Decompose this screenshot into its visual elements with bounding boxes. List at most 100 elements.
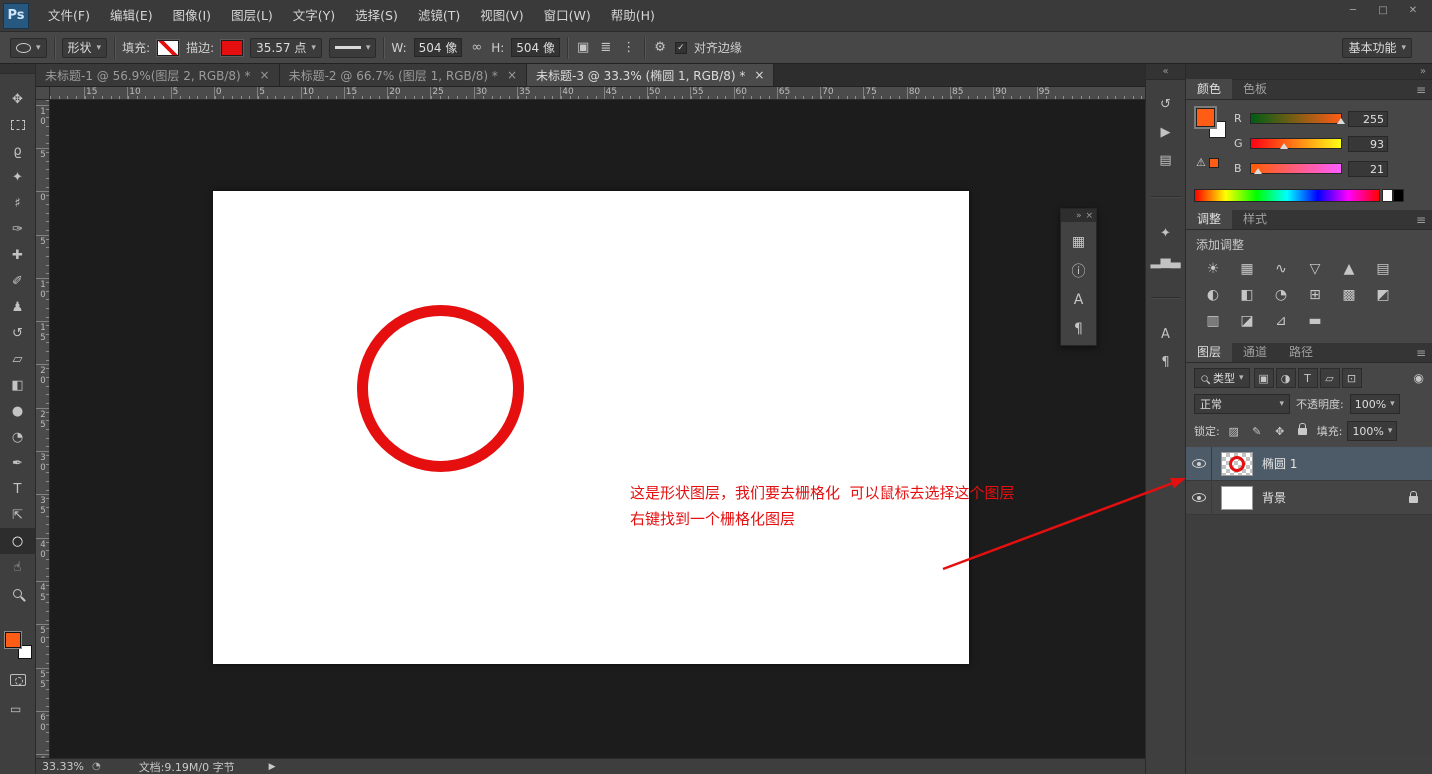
close-button[interactable]: ✕	[1398, 0, 1428, 20]
collapse-panels-icon[interactable]: »	[1076, 211, 1082, 221]
spot-healing-brush-tool[interactable]: ✚	[0, 242, 35, 268]
properties-panel-button[interactable]: ▦	[1067, 231, 1091, 253]
eraser-tool[interactable]: ▱	[0, 346, 35, 372]
quick-mask-button[interactable]	[10, 674, 26, 686]
selective-color-adjustment-button[interactable]: ⊿	[1264, 308, 1298, 334]
rail-header[interactable]: «	[1146, 64, 1185, 80]
layer-name[interactable]: 背景	[1262, 489, 1286, 506]
lock-position-button[interactable]: ✥	[1271, 422, 1289, 440]
lock-all-button[interactable]	[1294, 422, 1312, 440]
panel-menu-icon[interactable]: ≡	[1416, 213, 1426, 227]
path-operations-icon[interactable]: ▣	[575, 40, 591, 55]
layer-thumbnail[interactable]	[1221, 452, 1253, 476]
foreground-color-swatch[interactable]	[5, 632, 21, 648]
invert-adjustment-button[interactable]: ◩	[1366, 282, 1400, 308]
blue-value-field[interactable]: 21	[1348, 161, 1388, 177]
float-dock-header[interactable]: » ×	[1061, 209, 1096, 222]
levels-adjustment-button[interactable]: ▦	[1230, 256, 1264, 282]
tab-close-icon[interactable]: ×	[507, 68, 517, 82]
blend-mode-select[interactable]: 正常 ▾	[1194, 394, 1290, 414]
menu-item-help[interactable]: 帮助(H)	[601, 8, 665, 23]
zoom-tool[interactable]	[0, 580, 35, 606]
document-tab-2[interactable]: 未标题-2 @ 66.7% (图层 1, RGB/8) *×	[280, 64, 527, 86]
character-styles-panel-button[interactable]: A	[1146, 320, 1186, 348]
white-swatch[interactable]	[1382, 189, 1393, 202]
dodge-tool[interactable]: ◔	[0, 424, 35, 450]
link-dimensions-icon[interactable]: ∞	[469, 40, 484, 55]
ellipse-shape-tool[interactable]: ○	[0, 528, 35, 554]
curves-adjustment-button[interactable]: ∿	[1264, 256, 1298, 282]
character-panel-button[interactable]: A	[1067, 289, 1091, 311]
layer-row-ellipse-1[interactable]: 椭圆 1	[1186, 447, 1432, 481]
fill-field[interactable]: 100% ▾	[1347, 421, 1397, 441]
align-edges-checkbox[interactable]: ✓	[675, 42, 687, 54]
tab-close-icon[interactable]: ×	[260, 68, 270, 82]
gradient-tool[interactable]: ◧	[0, 372, 35, 398]
crop-tool[interactable]: ♯	[0, 190, 35, 216]
color-lookup-adjustment-button[interactable]: ▩	[1332, 282, 1366, 308]
document-canvas[interactable]: 这是形状图层，我们要去栅格化 可以鼠标去选择这个图层 右键找到一个栅格化图层	[213, 191, 969, 664]
dock-header[interactable]: »	[1186, 64, 1432, 80]
history-brush-tool[interactable]: ↺	[0, 320, 35, 346]
filter-adjustment-layers-button[interactable]: ◑	[1276, 368, 1296, 388]
brightness-contrast-adjustment-button[interactable]: ☀	[1196, 256, 1230, 282]
screen-mode-button[interactable]: ▭	[10, 702, 21, 716]
panel-menu-icon[interactable]: ≡	[1416, 346, 1426, 360]
clone-stamp-tool[interactable]: ♟	[0, 294, 35, 320]
paragraph-panel-button[interactable]: ¶	[1067, 318, 1091, 340]
tool-preset-dropdown[interactable]: ▾	[10, 38, 47, 58]
minimize-button[interactable]: ─	[1338, 0, 1368, 20]
tab-styles[interactable]: 样式	[1232, 209, 1278, 229]
tool-mode-select[interactable]: 形状 ▾	[62, 38, 108, 58]
fill-color-swatch[interactable]	[157, 40, 179, 56]
layer-row-background[interactable]: 背景	[1186, 481, 1432, 515]
menu-item-image[interactable]: 图像(I)	[163, 8, 221, 23]
filter-smart-objects-button[interactable]: ⊡	[1342, 368, 1362, 388]
lasso-tool[interactable]: ϱ	[0, 138, 35, 164]
visibility-toggle[interactable]	[1186, 447, 1212, 481]
tab-swatches[interactable]: 色板	[1232, 79, 1278, 99]
red-value-field[interactable]: 255	[1348, 111, 1388, 127]
collapse-dock-icon[interactable]: »	[1420, 66, 1426, 77]
hand-tool[interactable]: ☝	[0, 554, 35, 580]
actions-panel-button[interactable]: ▶	[1146, 118, 1186, 146]
close-icon[interactable]: ×	[1085, 211, 1093, 221]
tab-paths[interactable]: 路径	[1278, 342, 1324, 362]
color-balance-adjustment-button[interactable]: ◐	[1196, 282, 1230, 308]
tab-layers[interactable]: 图层	[1186, 342, 1232, 362]
red-slider[interactable]	[1250, 113, 1342, 124]
width-field[interactable]: 504 像	[414, 38, 463, 57]
menu-item-view[interactable]: 视图(V)	[470, 8, 533, 23]
tab-channels[interactable]: 通道	[1232, 342, 1278, 362]
tab-close-icon[interactable]: ×	[754, 68, 764, 82]
lock-transparent-pixels-button[interactable]: ▨	[1225, 422, 1243, 440]
slider-thumb[interactable]	[1280, 143, 1288, 149]
horizontal-ruler[interactable]: 1510505101520253035404550556065707580859…	[50, 87, 1145, 100]
menu-item-filter[interactable]: 滤镜(T)	[408, 8, 470, 23]
menu-item-select[interactable]: 选择(S)	[345, 8, 408, 23]
paragraph-styles-panel-button[interactable]: ¶	[1146, 348, 1186, 376]
filter-type-layers-button[interactable]: T	[1298, 368, 1318, 388]
tab-adjustments[interactable]: 调整	[1186, 209, 1232, 229]
tool-presets-panel-button[interactable]: ▤	[1146, 146, 1186, 174]
tab-color[interactable]: 颜色	[1186, 79, 1232, 99]
spectrum-ramp[interactable]	[1194, 189, 1380, 202]
menu-item-type[interactable]: 文字(Y)	[283, 8, 345, 23]
filter-shape-layers-button[interactable]: ▱	[1320, 368, 1340, 388]
menu-item-file[interactable]: 文件(F)	[38, 8, 100, 23]
maximize-button[interactable]: □	[1368, 0, 1398, 20]
rectangular-marquee-tool[interactable]	[0, 112, 35, 138]
status-options-arrow[interactable]: ▶	[269, 762, 276, 772]
zoom-level-field[interactable]: 33.33%	[36, 760, 92, 773]
brush-tool[interactable]: ✐	[0, 268, 35, 294]
document-tab-1[interactable]: 未标题-1 @ 56.9%(图层 2, RGB/8) *×	[36, 64, 280, 86]
path-alignment-icon[interactable]: ≣	[598, 40, 613, 55]
blue-slider[interactable]	[1250, 163, 1342, 174]
panel-menu-icon[interactable]: ≡	[1416, 83, 1426, 97]
exposure-adjustment-button[interactable]: ▽	[1298, 256, 1332, 282]
slider-thumb[interactable]	[1254, 168, 1262, 174]
histogram-panel-button[interactable]: ▂▅▃	[1146, 247, 1186, 275]
slider-thumb[interactable]	[1337, 118, 1345, 124]
stroke-color-swatch[interactable]	[221, 40, 243, 56]
stroke-width-field[interactable]: 35.57 点 ▾	[250, 38, 322, 58]
